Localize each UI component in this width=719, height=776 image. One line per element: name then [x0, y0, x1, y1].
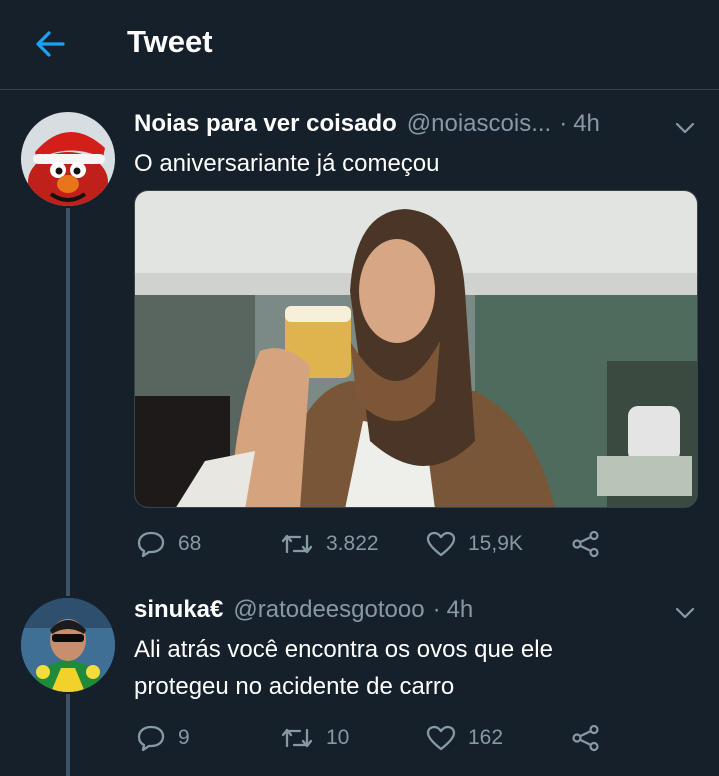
- man-drinking-beer-photo-icon: [135, 191, 697, 507]
- elmo-santa-hat-avatar-icon: [21, 112, 115, 206]
- retweet-count: 3.822: [326, 532, 379, 555]
- tweet-header: sinuka€ @ratodeesgotooo · 4h: [134, 596, 473, 624]
- tweet-text-line: Ali atrás você encontra os ovos que ele: [134, 636, 553, 663]
- retweet-icon: [281, 728, 313, 748]
- timestamp[interactable]: 4h: [447, 596, 474, 624]
- timestamp[interactable]: 4h: [573, 110, 600, 138]
- like-count: 162: [468, 726, 504, 749]
- thread-line: [66, 208, 70, 596]
- separator-dot: ·: [432, 596, 441, 623]
- retweet-button[interactable]: 3.822: [280, 530, 379, 558]
- like-button[interactable]: 162: [426, 724, 503, 752]
- retweet-icon: [281, 534, 313, 554]
- tweet-header: Noias para ver coisado @noiascois... · 4…: [134, 110, 600, 138]
- reply-icon: [137, 531, 165, 558]
- sunglasses-man-avatar-icon: [21, 598, 115, 692]
- arrow-left-icon: [36, 31, 65, 57]
- display-name[interactable]: Noias para ver coisado: [134, 110, 397, 138]
- separator-dot: ·: [559, 110, 568, 137]
- like-count: 15,9K: [468, 532, 523, 555]
- tweet-media[interactable]: [134, 190, 698, 508]
- tweet-text: O aniversariante já começou: [134, 150, 440, 177]
- retweet-button[interactable]: 10: [280, 724, 349, 752]
- heart-icon: [426, 531, 456, 557]
- back-button[interactable]: [30, 24, 70, 64]
- user-handle[interactable]: @noiascois...: [407, 110, 551, 138]
- share-button[interactable]: [571, 530, 601, 558]
- avatar[interactable]: [21, 112, 115, 206]
- tweet-text: Ali atrás você encontra os ovos que ele …: [134, 631, 553, 705]
- share-icon: [572, 530, 599, 558]
- thread-line: [66, 694, 70, 776]
- tweet-menu-button[interactable]: [672, 600, 698, 626]
- chevron-down-icon: [675, 122, 695, 134]
- share-button[interactable]: [571, 724, 601, 752]
- heart-icon: [426, 725, 456, 751]
- tweet-menu-button[interactable]: [672, 115, 698, 141]
- reply-button[interactable]: 9: [136, 724, 190, 752]
- page-title: Tweet: [127, 24, 213, 59]
- reply-button[interactable]: 68: [136, 530, 201, 558]
- chevron-down-icon: [675, 607, 695, 619]
- like-button[interactable]: 15,9K: [426, 530, 523, 558]
- user-handle[interactable]: @ratodeesgotooo: [233, 596, 424, 624]
- display-name[interactable]: sinuka€: [134, 596, 223, 624]
- tweet-text-line: protegeu no acidente de carro: [134, 673, 455, 700]
- retweet-count: 10: [326, 726, 350, 749]
- top-bar: Tweet: [0, 0, 719, 90]
- avatar[interactable]: [21, 598, 115, 692]
- share-icon: [572, 724, 599, 752]
- reply-icon: [137, 725, 165, 752]
- reply-count: 9: [178, 726, 190, 749]
- reply-count: 68: [178, 532, 202, 555]
